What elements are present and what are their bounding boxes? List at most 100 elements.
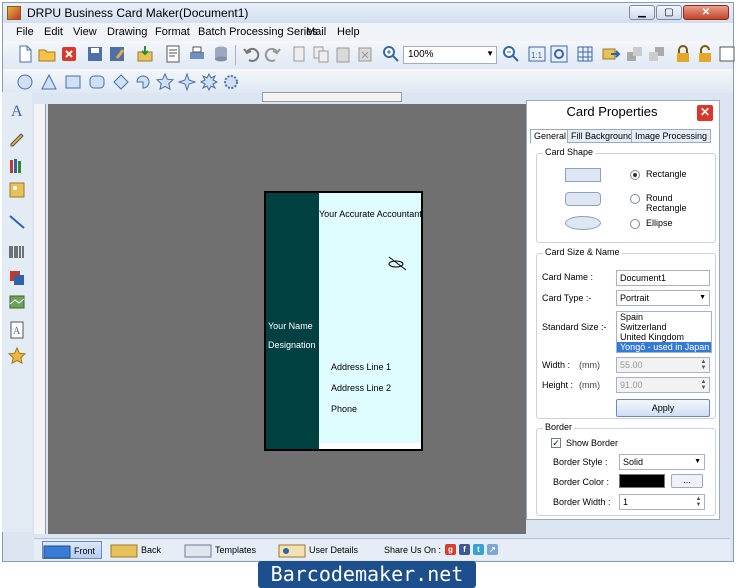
library-icon[interactable] — [7, 156, 27, 176]
zoom-in-icon[interactable] — [381, 44, 401, 64]
spinner-icon[interactable]: ▲ ▼ — [699, 379, 708, 391]
picture-icon[interactable] — [7, 292, 27, 312]
size-option-selected[interactable]: Yongō - used in Japan — [617, 342, 711, 352]
zoom-select[interactable]: 100% ▼ — [403, 46, 497, 64]
panel-close-icon[interactable]: ✕ — [697, 105, 713, 121]
effects-icon[interactable] — [7, 346, 27, 366]
undo-icon[interactable] — [241, 44, 261, 64]
ellipse-radio[interactable] — [630, 219, 640, 229]
user-details-button[interactable]: User Details — [278, 541, 362, 559]
card-address-1[interactable]: Address Line 1 — [331, 362, 391, 372]
bring-front-icon[interactable] — [625, 44, 645, 64]
lock-icon[interactable] — [673, 44, 693, 64]
size-option[interactable]: United Kingdom — [617, 332, 711, 342]
import-icon[interactable] — [135, 44, 155, 64]
spinner-icon[interactable]: ▲ ▼ — [694, 496, 703, 508]
round-rectangle-preview[interactable] — [565, 192, 601, 206]
card-name[interactable]: Your Name — [268, 321, 313, 331]
menu-drawing[interactable]: Drawing — [107, 26, 147, 38]
menu-format[interactable]: Format — [155, 26, 190, 38]
menu-file[interactable]: File — [16, 26, 34, 38]
menu-edit[interactable]: Edit — [44, 26, 63, 38]
card-designation[interactable]: Designation — [268, 340, 316, 350]
standard-size-list[interactable]: Spain Switzerland United Kingdom Yongō -… — [616, 311, 712, 353]
ellipse-preview[interactable] — [565, 216, 601, 230]
size-option[interactable]: Spain — [617, 312, 711, 322]
share-link-icon[interactable]: ↗ — [487, 544, 498, 555]
border-color-button[interactable]: ... — [671, 474, 703, 488]
burst-shape-icon[interactable] — [199, 72, 219, 92]
spinner-icon[interactable]: ▲ ▼ — [699, 359, 708, 371]
tab-fill-background[interactable]: Fill Background — [567, 129, 638, 143]
text-tool-icon[interactable]: A — [7, 100, 27, 120]
star-shape-icon[interactable] — [155, 72, 175, 92]
four-point-star-icon[interactable] — [177, 72, 197, 92]
barcode-icon[interactable] — [7, 242, 27, 262]
paste-icon[interactable] — [333, 44, 353, 64]
image-icon[interactable] — [7, 180, 27, 200]
menu-mail[interactable]: Mail — [306, 26, 326, 38]
maximize-button[interactable]: ▢ — [656, 5, 682, 20]
pen-icon[interactable] — [386, 255, 408, 273]
redo-icon[interactable] — [263, 44, 283, 64]
pencil-icon[interactable] — [7, 128, 27, 148]
templates-button[interactable]: Templates — [184, 541, 264, 559]
business-card[interactable]: Your Accurate Accountant Your Name Desig… — [264, 191, 423, 451]
border-width-input[interactable]: 1 ▲ ▼ — [619, 494, 705, 510]
card-tagline[interactable]: Your Accurate Accountant — [319, 209, 422, 219]
zoom-out-icon[interactable] — [501, 44, 521, 64]
menu-batch-processing[interactable]: Batch Processing Series — [198, 26, 318, 38]
border-style-select[interactable]: Solid ▼ — [619, 454, 705, 470]
arc-shape-icon[interactable] — [133, 72, 153, 92]
line-tool-icon[interactable] — [7, 212, 27, 232]
diamond-shape-icon[interactable] — [111, 72, 131, 92]
database-icon[interactable] — [211, 44, 231, 64]
new-icon[interactable] — [15, 44, 35, 64]
tab-image-processing[interactable]: Image Processing — [631, 129, 712, 143]
google-plus-icon[interactable]: g — [445, 544, 456, 555]
grid-icon[interactable] — [575, 44, 595, 64]
rectangle-radio[interactable] — [630, 170, 640, 180]
round-rectangle-shape-icon[interactable] — [87, 72, 107, 92]
card-name-input[interactable]: Document1 — [616, 270, 710, 286]
round-rectangle-radio[interactable] — [630, 194, 640, 204]
cut-icon[interactable] — [289, 44, 309, 64]
send-back-icon[interactable] — [647, 44, 667, 64]
back-button[interactable]: Back — [110, 541, 166, 559]
delete-icon[interactable] — [355, 44, 375, 64]
close-button[interactable]: ✕ — [683, 5, 729, 20]
actual-size-icon[interactable]: 1:1 — [527, 44, 547, 64]
copy-icon[interactable] — [311, 44, 331, 64]
card-type-select[interactable]: Portrait ▼ — [616, 290, 710, 306]
facebook-icon[interactable]: f — [459, 544, 470, 555]
card-phone[interactable]: Phone — [331, 404, 357, 414]
apply-button[interactable]: Apply — [616, 399, 710, 417]
save-icon[interactable] — [85, 44, 105, 64]
triangle-shape-icon[interactable] — [39, 72, 59, 92]
properties-icon[interactable] — [163, 44, 183, 64]
rectangle-shape-icon[interactable] — [63, 72, 83, 92]
unlock-icon[interactable] — [695, 44, 715, 64]
gear-shape-icon[interactable] — [221, 72, 241, 92]
size-option[interactable]: Switzerland — [617, 322, 711, 332]
export-icon[interactable] — [601, 44, 621, 64]
show-border-checkbox[interactable]: ✓ — [551, 438, 561, 448]
card-address-2[interactable]: Address Line 2 — [331, 383, 391, 393]
save-as-icon[interactable] — [107, 44, 127, 64]
menu-help[interactable]: Help — [337, 26, 360, 38]
minimize-button[interactable]: ▁ — [629, 5, 655, 20]
height-input[interactable]: 91.00 ▲ ▼ — [616, 377, 710, 393]
width-input[interactable]: 55.00 ▲ ▼ — [616, 357, 710, 373]
open-icon[interactable] — [37, 44, 57, 64]
print-icon[interactable] — [187, 44, 207, 64]
fit-page-icon[interactable] — [549, 44, 569, 64]
watermark-icon[interactable]: A — [7, 320, 27, 340]
border-color-swatch[interactable] — [619, 474, 665, 488]
menu-view[interactable]: View — [73, 26, 97, 38]
twitter-icon[interactable]: t — [473, 544, 484, 555]
circle-shape-icon[interactable] — [15, 72, 35, 92]
layers-icon[interactable] — [7, 268, 27, 288]
rectangle-preview[interactable] — [565, 168, 601, 182]
front-button[interactable]: Front — [42, 541, 102, 559]
tab-general[interactable]: General — [530, 129, 571, 144]
